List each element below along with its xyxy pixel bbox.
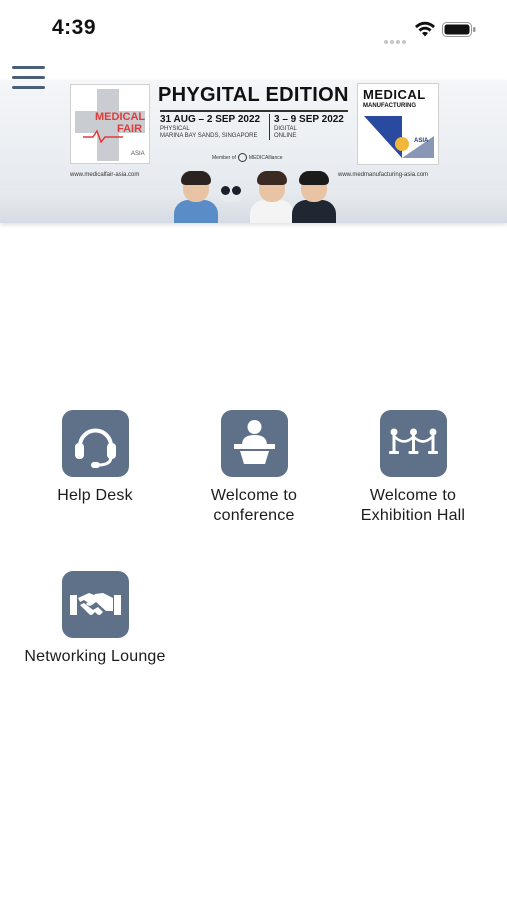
doctor-figure (250, 171, 294, 223)
digital-dates: 3 – 9 SEP 2022 (274, 114, 344, 125)
medical-fair-logo: MEDICAL FAIR ASIA (70, 84, 150, 164)
handshake-icon (62, 571, 129, 638)
digital-venue: ONLINE (274, 133, 297, 139)
tile-help-desk-label: Help Desk (57, 487, 133, 504)
banner-people-illustration (172, 164, 344, 223)
hamburger-menu-icon[interactable] (12, 66, 46, 90)
tile-welcome-conference-line1: Welcome to (210, 487, 298, 504)
dates-divider (269, 114, 270, 140)
member-brand: MEDICAlliance (248, 154, 283, 161)
medical-fair-line2: FAIR (117, 123, 143, 135)
physical-label: PHYSICAL (160, 126, 190, 132)
tile-exhibition-hall-line2: Exhibition Hall (360, 507, 466, 524)
tile-welcome-conference-line2: conference (213, 507, 295, 524)
member-of-text: Member of (212, 154, 236, 161)
member-of-line: Member of MEDICAlliance (212, 153, 283, 162)
tile-welcome-conference[interactable]: Welcome to conference (194, 410, 314, 530)
medical-manufacturing-logo: MEDICAL MANUFACTURING ASIA (357, 83, 439, 165)
podium-speaker-icon (221, 410, 288, 477)
edition-title: PHYGITAL EDITION (158, 84, 349, 106)
physical-venue: MARINA BAY SANDS, SINGAPORE (160, 133, 258, 139)
tile-welcome-conference-label: Welcome to conference (194, 486, 314, 526)
stanchion-rope-icon (380, 410, 447, 477)
event-banner: MEDICAL FAIR ASIA www.medicalfair-asia.c… (0, 80, 507, 223)
wifi-icon (415, 21, 435, 37)
tile-networking-lounge-label: Networking Lounge (24, 648, 166, 665)
tile-exhibition-hall[interactable]: Welcome to Exhibition Hall (348, 410, 478, 530)
headset-icon (62, 410, 129, 477)
medical-fair-line3: ASIA (131, 151, 145, 157)
battery-icon (442, 22, 476, 37)
physical-location: PHYSICAL MARINA BAY SANDS, SINGAPORE (160, 126, 257, 140)
medical-manufacturing-url: www.medmanufacturing-asia.com (338, 172, 429, 178)
tile-help-desk[interactable]: Help Desk (34, 410, 156, 510)
edition-divider (160, 110, 348, 112)
tile-networking-lounge[interactable]: Networking Lounge (12, 571, 178, 671)
signal-dots-icon (384, 31, 408, 44)
mm-line1: MEDICAL (363, 87, 426, 102)
status-bar: 4:39 (0, 0, 507, 60)
robot-figure (216, 180, 246, 202)
tile-exhibition-hall-line1: Welcome to (369, 487, 457, 504)
nurse-figure (174, 171, 218, 223)
tile-exhibition-hall-label: Welcome to Exhibition Hall (348, 486, 478, 526)
digital-location: DIGITAL ONLINE (274, 126, 297, 140)
physical-dates: 31 AUG – 2 SEP 2022 (160, 114, 261, 125)
mm-line3: ASIA (414, 138, 429, 144)
medical-fair-line1: MEDICAL (95, 111, 146, 123)
businessman-figure (292, 171, 336, 223)
medical-fair-url: www.medicalfair-asia.com (70, 172, 140, 178)
digital-label: DIGITAL (274, 126, 297, 132)
medica-logo-icon (237, 153, 247, 162)
status-time: 4:39 (52, 16, 97, 39)
mm-line2: MANUFACTURING (363, 103, 416, 109)
